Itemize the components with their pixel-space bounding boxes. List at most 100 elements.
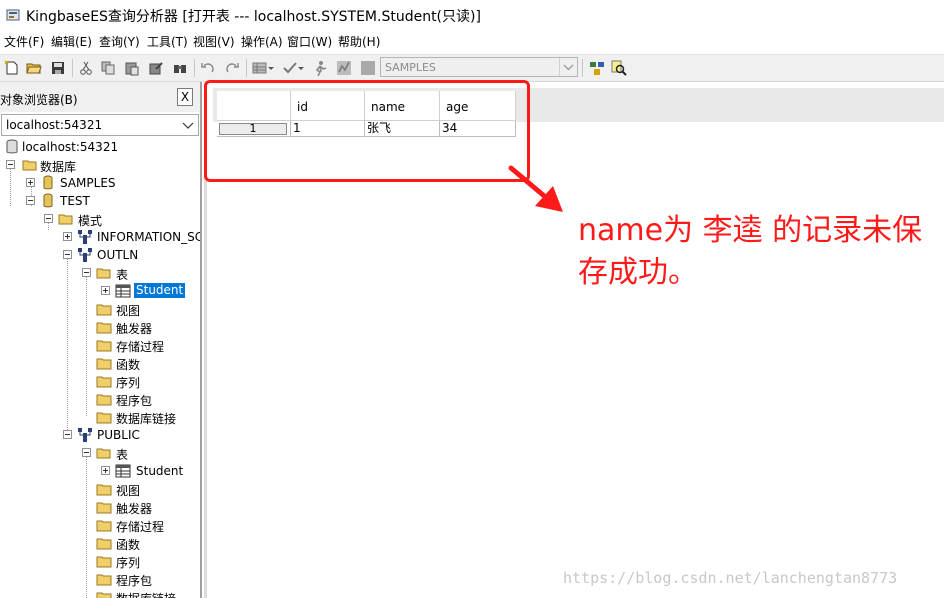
expand-icon[interactable] xyxy=(101,286,110,295)
tree-node-sequences[interactable]: 序列 xyxy=(0,372,200,390)
tree-label: 序列 xyxy=(116,556,141,570)
tree-node-triggers[interactable]: 触发器 xyxy=(0,498,200,516)
tree-node-student-selected[interactable]: Student xyxy=(0,282,200,300)
app-icon xyxy=(6,9,20,21)
tree-node-information-schema[interactable]: INFORMATION_SC xyxy=(0,228,200,246)
tree-node-tables[interactable]: 表 xyxy=(0,264,200,282)
object-browser-panel: 对象浏览器(B) X localhost:54321 localhost:543… xyxy=(0,82,202,598)
folder-icon xyxy=(96,484,112,496)
run-icon[interactable] xyxy=(312,60,328,76)
tree-node-dblinks[interactable]: 数据库链接 xyxy=(0,408,200,426)
tree-node-functions[interactable]: 函数 xyxy=(0,534,200,552)
menu-query[interactable]: 查询(Y) xyxy=(99,33,140,50)
collapse-icon[interactable] xyxy=(82,268,91,277)
new-file-icon[interactable] xyxy=(4,60,20,76)
database-select-value: SAMPLES xyxy=(385,61,436,74)
redo-icon[interactable] xyxy=(224,60,240,76)
undo-icon[interactable] xyxy=(200,60,216,76)
collapse-icon[interactable] xyxy=(63,250,72,259)
stop-icon[interactable] xyxy=(360,60,376,76)
collapse-icon[interactable] xyxy=(6,160,15,169)
database-select[interactable]: SAMPLES xyxy=(380,57,578,77)
tree-node-views[interactable]: 视图 xyxy=(0,480,200,498)
tree-node-dblinks[interactable]: 数据库链接 xyxy=(0,588,200,598)
tree-node-databases[interactable]: 数据库 xyxy=(0,156,200,174)
collapse-icon[interactable] xyxy=(82,448,91,457)
folder-icon xyxy=(96,340,112,352)
tree-label: TEST xyxy=(60,194,90,208)
folder-icon xyxy=(96,538,112,550)
tree-node-views[interactable]: 视图 xyxy=(0,300,200,318)
tree-node-samples[interactable]: SAMPLES xyxy=(0,174,200,192)
explain-icon[interactable] xyxy=(336,60,352,76)
menu-tools[interactable]: 工具(T) xyxy=(147,33,188,50)
find-icon[interactable] xyxy=(172,60,188,76)
grid-mode-icon[interactable] xyxy=(252,60,274,76)
folder-open-icon xyxy=(96,268,111,279)
collapse-icon[interactable] xyxy=(26,196,35,205)
tree-label: 表 xyxy=(116,268,129,282)
tree-node-procedures[interactable]: 存储过程 xyxy=(0,516,200,534)
folder-open-icon xyxy=(22,160,37,171)
tree-node-packages[interactable]: 程序包 xyxy=(0,570,200,588)
table-icon xyxy=(115,284,131,298)
tree-node-sequences[interactable]: 序列 xyxy=(0,552,200,570)
folder-icon xyxy=(96,556,112,568)
menu-window[interactable]: 窗口(W) xyxy=(287,33,332,50)
tree-label: PUBLIC xyxy=(97,428,140,442)
tree-label: 函数 xyxy=(116,358,141,372)
annotation-arrow-icon xyxy=(508,165,563,212)
tree-label: Student xyxy=(136,464,184,478)
tree-node-procedures[interactable]: 存储过程 xyxy=(0,336,200,354)
expand-icon[interactable] xyxy=(101,466,110,475)
save-icon[interactable] xyxy=(50,60,66,76)
check-icon[interactable] xyxy=(282,60,304,76)
expand-icon[interactable] xyxy=(26,178,35,187)
tree-label: OUTLN xyxy=(97,248,139,262)
folder-icon xyxy=(96,322,112,334)
object-tree: localhost:54321 数据库 SAMPLES TEST 模式 INFO… xyxy=(0,138,200,598)
copy-icon[interactable] xyxy=(100,60,116,76)
tree-label: SAMPLES xyxy=(60,176,116,190)
menu-view[interactable]: 视图(V) xyxy=(193,33,235,50)
tree-node-functions[interactable]: 函数 xyxy=(0,354,200,372)
connection-select[interactable]: localhost:54321 xyxy=(1,114,199,136)
tree-node-tables[interactable]: 表 xyxy=(0,444,200,462)
object-browser-header: 对象浏览器(B) X xyxy=(0,82,200,112)
title-bar: KingbaseES查询分析器 [打开表 --- localhost.SYSTE… xyxy=(0,0,944,30)
expand-icon[interactable] xyxy=(63,232,72,241)
menu-action[interactable]: 操作(A) xyxy=(241,33,283,50)
folder-icon xyxy=(96,520,112,532)
edit-icon[interactable] xyxy=(148,60,164,76)
chevron-down-icon[interactable] xyxy=(559,58,577,76)
tree-node-server[interactable]: localhost:54321 xyxy=(0,138,200,156)
tree-label: 视图 xyxy=(116,304,141,318)
tree-label: 存储过程 xyxy=(116,340,165,354)
object-search-icon[interactable] xyxy=(589,60,605,76)
tree-node-outln[interactable]: OUTLN xyxy=(0,246,200,264)
open-folder-icon[interactable] xyxy=(26,60,42,76)
chevron-down-icon[interactable] xyxy=(182,118,194,132)
menu-edit[interactable]: 编辑(E) xyxy=(51,33,92,50)
tree-node-public[interactable]: PUBLIC xyxy=(0,426,200,444)
tree-node-student[interactable]: Student xyxy=(0,462,200,480)
magnifier-icon[interactable] xyxy=(611,60,627,76)
tree-node-test[interactable]: TEST xyxy=(0,192,200,210)
collapse-icon[interactable] xyxy=(44,214,53,223)
annotation-text: name为 李逵 的记录未保存成功。 xyxy=(578,213,923,290)
server-icon xyxy=(6,139,18,154)
tree-node-triggers[interactable]: 触发器 xyxy=(0,318,200,336)
tree-node-packages[interactable]: 程序包 xyxy=(0,390,200,408)
menu-help[interactable]: 帮助(H) xyxy=(338,33,380,50)
tree-label: 数据库 xyxy=(40,160,77,174)
tree-label: 程序包 xyxy=(116,394,153,408)
tree-node-schemas[interactable]: 模式 xyxy=(0,210,200,228)
paste-icon[interactable] xyxy=(124,60,140,76)
table-icon xyxy=(115,464,131,478)
tree-label: 序列 xyxy=(116,376,141,390)
tree-label: 模式 xyxy=(78,214,103,228)
collapse-icon[interactable] xyxy=(63,430,72,439)
cut-icon[interactable] xyxy=(78,60,94,76)
close-panel-button[interactable]: X xyxy=(177,88,193,106)
menu-file[interactable]: 文件(F) xyxy=(4,33,44,50)
